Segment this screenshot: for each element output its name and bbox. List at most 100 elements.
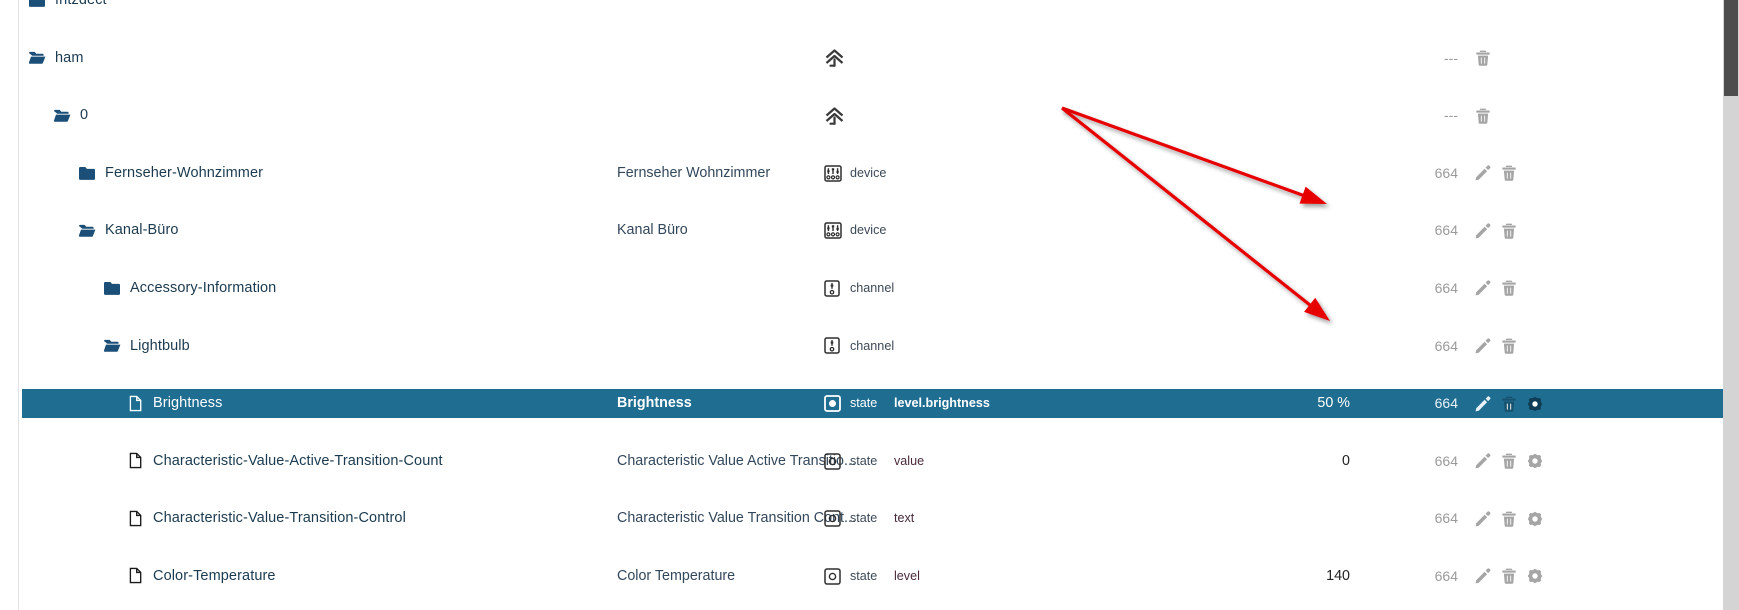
pencil-icon-button[interactable] xyxy=(1470,389,1496,418)
object-name-cell: Kanal Büro xyxy=(617,222,688,239)
pencil-icon-button[interactable] xyxy=(1470,504,1496,533)
trash-icon-button[interactable] xyxy=(1496,159,1522,188)
row-actions[interactable] xyxy=(1470,216,1522,245)
trash-icon-button[interactable] xyxy=(1496,216,1522,245)
tree-item-label: Accessory-Information xyxy=(130,279,277,296)
object-row[interactable]: Accessory-Information channel 664 xyxy=(0,274,1723,303)
object-role-label: level xyxy=(894,568,920,583)
gear-icon-button[interactable] xyxy=(1522,562,1548,591)
object-tree-rows: fritzdect ham --- 0 --- Fernseher-Wohnzimmer F… xyxy=(0,0,1723,585)
trash-icon-button[interactable] xyxy=(1496,332,1522,361)
tree-cell[interactable]: Characteristic-Value-Transition-Control xyxy=(128,504,406,533)
object-name-cell: Color Temperature xyxy=(617,567,736,584)
folder-closed-icon[interactable] xyxy=(78,165,96,182)
row-actions[interactable] xyxy=(1470,504,1548,533)
home-adapter-icon xyxy=(824,44,845,73)
object-type-label: device xyxy=(850,165,887,180)
tree-item-label: Color-Temperature xyxy=(153,567,276,584)
tree-item-label: Kanal-Büro xyxy=(105,222,179,239)
trash-icon-button[interactable] xyxy=(1496,389,1522,418)
vertical-scrollbar-thumb[interactable] xyxy=(1724,0,1738,96)
tree-cell[interactable]: Color-Temperature xyxy=(128,562,276,591)
object-permissions-cell: 664 xyxy=(1434,452,1458,469)
tree-cell[interactable]: fritzdect xyxy=(28,0,107,15)
gear-icon-button[interactable] xyxy=(1522,504,1548,533)
file-icon[interactable] xyxy=(128,452,144,470)
folder-open-icon[interactable] xyxy=(78,222,96,239)
pencil-icon-button[interactable] xyxy=(1470,562,1496,591)
tree-item-label: 0 xyxy=(80,107,89,124)
row-actions[interactable] xyxy=(1470,274,1522,303)
vertical-scrollbar-track[interactable] xyxy=(1723,0,1739,610)
trash-icon-button[interactable] xyxy=(1470,44,1496,73)
device-icon xyxy=(824,159,842,188)
tree-cell[interactable]: Fernseher-Wohnzimmer xyxy=(78,159,263,188)
file-icon[interactable] xyxy=(128,510,144,528)
object-type-label: channel xyxy=(850,280,895,295)
tree-cell[interactable]: Characteristic-Value-Active-Transition-C… xyxy=(128,447,443,476)
object-permissions-cell: 664 xyxy=(1434,337,1458,354)
object-permissions-cell: 664 xyxy=(1434,510,1458,527)
row-background xyxy=(22,44,1723,73)
object-row[interactable]: Kanal-Büro Kanal Büro device 664 xyxy=(0,216,1723,245)
file-icon[interactable] xyxy=(128,567,144,585)
gear-icon-button[interactable] xyxy=(1522,447,1548,476)
pencil-icon-button[interactable] xyxy=(1470,216,1496,245)
object-type-label: state xyxy=(850,453,878,468)
tree-cell[interactable]: Accessory-Information xyxy=(103,274,276,303)
trash-icon-button[interactable] xyxy=(1496,274,1522,303)
object-permissions-cell: --- xyxy=(1444,49,1458,66)
folder-closed-icon[interactable] xyxy=(28,0,46,9)
object-row[interactable]: Lightbulb channel 664 xyxy=(0,332,1723,361)
object-value-cell[interactable]: 140 xyxy=(1240,562,1350,591)
folder-open-icon[interactable] xyxy=(53,107,71,124)
pencil-icon-button[interactable] xyxy=(1470,159,1496,188)
pencil-icon-button[interactable] xyxy=(1470,332,1496,361)
object-value-cell[interactable]: 50 % xyxy=(1240,389,1350,418)
object-row[interactable]: 0 --- xyxy=(0,101,1723,130)
tree-cell[interactable]: Lightbulb xyxy=(103,332,190,361)
tree-item-label: Characteristic-Value-Transition-Control xyxy=(153,510,406,527)
object-name-cell: Characteristic Value Active Transitio... xyxy=(617,452,856,469)
object-row[interactable]: Color-Temperature Color Temperature state l… xyxy=(0,562,1723,591)
pencil-icon-button[interactable] xyxy=(1470,447,1496,476)
object-value-cell[interactable]: 0 xyxy=(1240,447,1350,476)
gear-icon-button[interactable] xyxy=(1522,389,1548,418)
pencil-icon-button[interactable] xyxy=(1470,274,1496,303)
tree-cell[interactable]: ham xyxy=(28,44,84,73)
trash-icon-button[interactable] xyxy=(1496,447,1522,476)
object-type-label: state xyxy=(850,568,878,583)
folder-open-icon[interactable] xyxy=(28,49,46,66)
object-row[interactable]: ham --- xyxy=(0,44,1723,73)
row-actions[interactable] xyxy=(1470,101,1496,130)
object-permissions-cell: 664 xyxy=(1434,395,1458,412)
state-icon xyxy=(824,504,841,533)
row-actions[interactable] xyxy=(1470,332,1522,361)
tree-cell[interactable]: Kanal-Büro xyxy=(78,216,179,245)
row-actions[interactable] xyxy=(1470,389,1548,418)
tree-cell[interactable]: 0 xyxy=(53,101,88,130)
object-row[interactable]: Characteristic-Value-Active-Transition-C… xyxy=(0,447,1723,476)
device-icon xyxy=(824,216,842,245)
row-actions[interactable] xyxy=(1470,44,1496,73)
row-actions[interactable] xyxy=(1470,159,1522,188)
tree-cell[interactable]: Brightness xyxy=(128,389,223,418)
channel-icon xyxy=(824,332,840,361)
state-filled-icon xyxy=(824,389,841,418)
home-adapter-icon xyxy=(824,101,845,130)
row-actions[interactable] xyxy=(1470,447,1548,476)
trash-icon-button[interactable] xyxy=(1496,562,1522,591)
object-row[interactable]: fritzdect xyxy=(0,0,1723,15)
object-row[interactable]: Characteristic-Value-Transition-Control C… xyxy=(0,504,1723,533)
file-icon[interactable] xyxy=(128,395,144,413)
object-permissions-cell: 664 xyxy=(1434,222,1458,239)
object-row[interactable]: Fernseher-Wohnzimmer Fernseher Wohnzimmer… xyxy=(0,159,1723,188)
row-actions[interactable] xyxy=(1470,562,1548,591)
folder-closed-icon[interactable] xyxy=(103,280,121,297)
object-permissions-cell: 664 xyxy=(1434,279,1458,296)
trash-icon-button[interactable] xyxy=(1470,101,1496,130)
object-row-selected[interactable]: Brightness Brightness state level.brightnes… xyxy=(0,389,1723,418)
folder-open-icon[interactable] xyxy=(103,337,121,354)
tree-item-label: fritzdect xyxy=(55,0,107,8)
trash-icon-button[interactable] xyxy=(1496,504,1522,533)
